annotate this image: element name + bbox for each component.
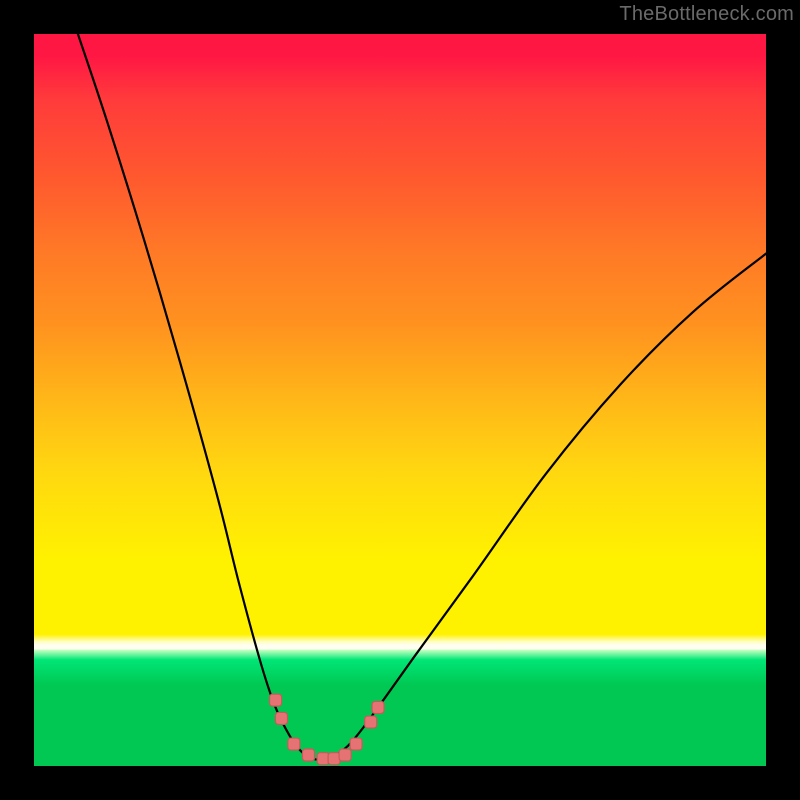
curve-layer bbox=[34, 34, 766, 766]
curve-marker bbox=[317, 753, 329, 765]
watermark-text: TheBottleneck.com bbox=[619, 3, 794, 26]
curve-marker bbox=[270, 694, 282, 706]
curve-marker bbox=[328, 753, 340, 765]
curve-marker bbox=[365, 716, 377, 728]
curve-marker bbox=[303, 749, 315, 761]
bottleneck-curve bbox=[78, 34, 766, 760]
curve-marker bbox=[275, 712, 287, 724]
plot-area bbox=[34, 34, 766, 766]
curve-marker bbox=[350, 738, 362, 750]
curve-marker bbox=[288, 738, 300, 750]
curve-marker bbox=[372, 701, 384, 713]
curve-marker bbox=[339, 749, 351, 761]
chart-frame: TheBottleneck.com bbox=[0, 0, 800, 800]
